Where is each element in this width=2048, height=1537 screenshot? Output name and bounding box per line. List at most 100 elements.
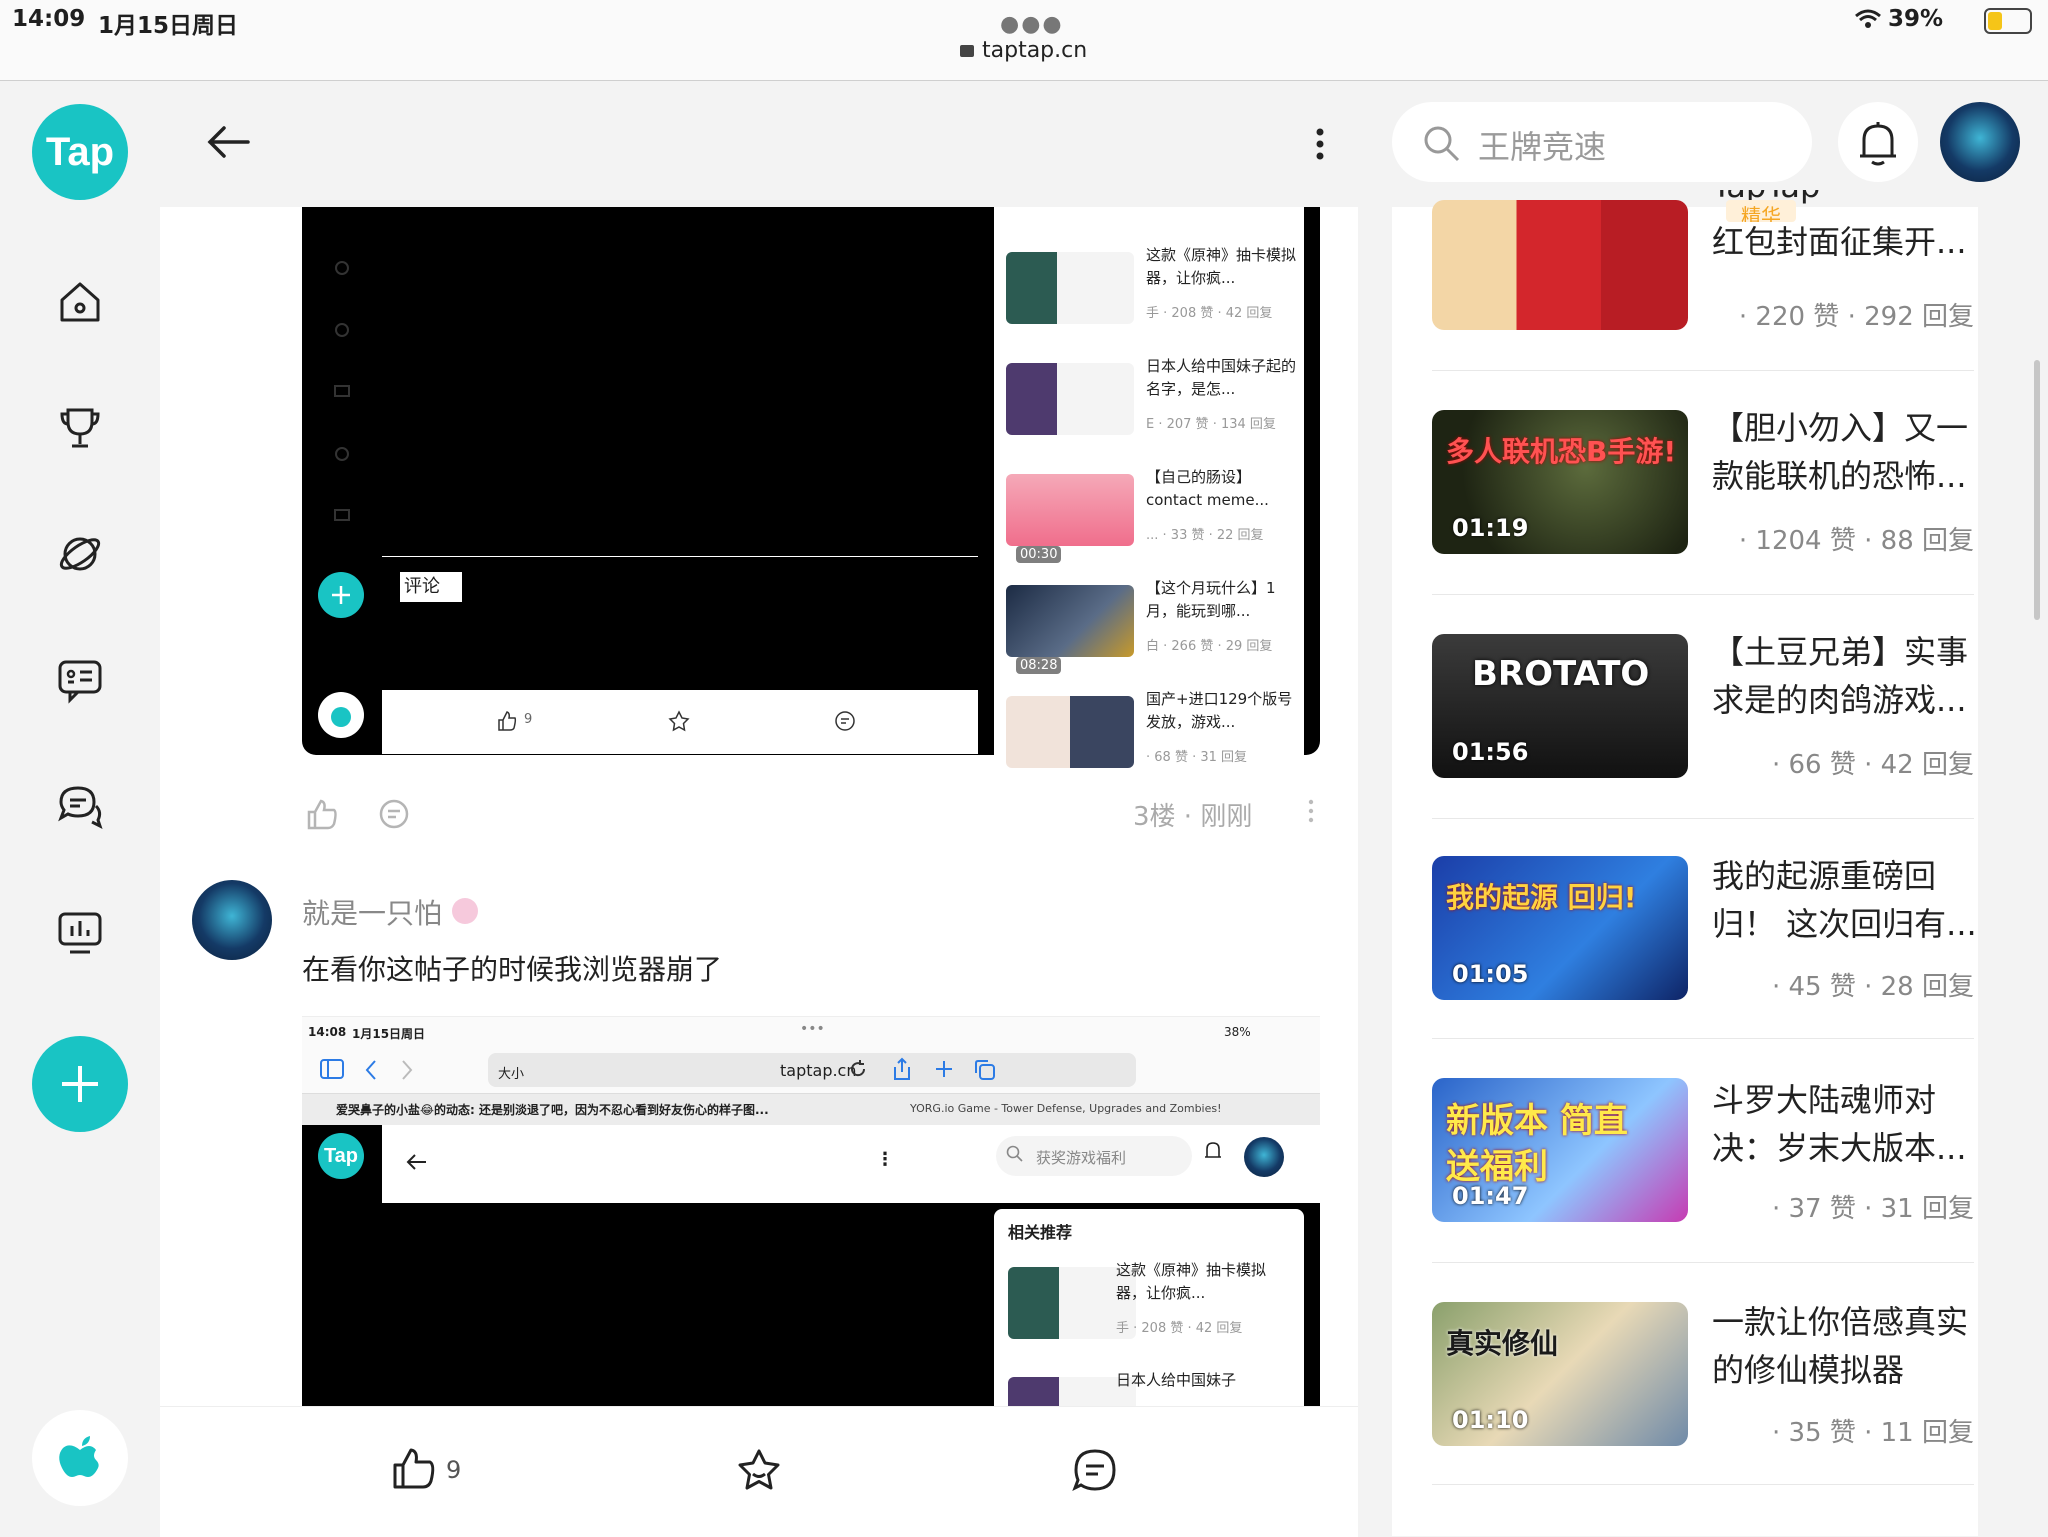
favorite-star-icon[interactable] [736,1448,782,1492]
video-duration: 00:30 [1016,546,1062,563]
divider [1432,818,1974,819]
battery-icon [1984,8,2032,34]
comment-input[interactable]: 评论 [400,572,462,602]
thumbnail-caption: 真实修仙 [1446,1327,1559,1360]
divider [1432,1484,1974,1485]
mini-apple-button[interactable] [318,692,364,738]
mini-battery: 38% [1224,1025,1251,1039]
mini-text-size: 大小 [498,1067,525,1082]
thumbnail-caption: 新版本 简直送福利 [1446,1101,1628,1187]
video-title[interactable]: 一款让你倍感真实 的修仙模拟器 [1712,1298,1986,1394]
thumbnail-caption: 我的起源 回归! [1446,881,1637,914]
rec-title: 国产+进口129个版号发放，游戏... [1146,690,1293,731]
commenter-avatar[interactable] [192,880,272,960]
bell-icon [1860,122,1896,166]
reply-icon[interactable] [378,798,410,830]
rec-item[interactable]: 这款《原神》抽卡模拟器，让你疯... 手 · 208 赞 · 42 回复 [1002,232,1296,332]
rec-meta: · 68 赞 · 31 回复 [1146,750,1248,765]
plus-icon [62,1066,98,1102]
divider [1432,594,1974,595]
mini-avatar [1244,1137,1284,1177]
video-title[interactable]: 我的起源重磅回 归！ 这次回归有... [1712,852,1986,948]
search-icon [1424,126,1460,162]
video-duration: 01:05 [1452,960,1529,988]
back-arrow-icon[interactable] [206,124,250,160]
rec-item[interactable]: 08:28 【这个月玩什么】1月，能玩到哪... 白 · 266 赞 · 29 … [1002,565,1292,674]
divider [1432,1038,1974,1039]
mini-search-text: 获奖游戏福利 [1036,1149,1127,1167]
address-url[interactable]: taptap.cn [960,38,1087,63]
featured-tag: 精华 [1726,200,1796,222]
rec-thumbnail: 00:30 [1006,474,1134,563]
video-thumbnail[interactable]: BROTATO 01:56 [1432,634,1688,778]
video-title[interactable]: 【胆小勿入】又一 款能联机的恐怖... [1712,404,1986,500]
mini-tab: YORG.io Game - Tower Defense, Upgrades a… [910,1102,1222,1115]
scrollbar[interactable] [2034,360,2040,620]
video-duration: 01:10 [1452,1406,1529,1434]
like-icon[interactable] [496,710,518,732]
like-icon[interactable] [392,1446,438,1490]
commenter-name[interactable]: 就是一只怕 [302,892,442,932]
video-thumbnail[interactable]: 多人联机恐B手游! 01:19 [1432,410,1688,554]
video-title[interactable]: 斗罗大陆魂师对 决：岁末大版本... [1712,1076,1986,1172]
rec-thumbnail [1006,363,1134,435]
mini-rec-heading: 相关推荐 [1008,1223,1073,1242]
battery-percent: 39% [1888,6,1944,32]
create-post-button[interactable] [32,1036,128,1132]
video-thumbnail[interactable]: 我的起源 回归! 01:05 [1432,856,1688,1000]
mini-date: 1月15日周日 [352,1027,426,1041]
video-thumbnail[interactable]: 新版本 简直送福利 01:47 [1432,1078,1688,1222]
taptap-logo[interactable]: Tap [32,104,128,200]
mini-tab-active: 爱哭鼻子的小盐😂的动态: 还是别淡退了吧，因为不忍心看到好友伤心的样子图... [336,1103,769,1117]
user-badge-icon [452,898,478,924]
chart-icon[interactable] [56,908,104,956]
rec-title: 日本人给中国妹子起的名字，是怎... [1146,357,1297,398]
mini-sidebar-icons [334,261,350,521]
rec-item: 这款《原神》抽卡模拟器，让你疯... 手 · 208 赞 · 42 回复 [994,1247,1284,1347]
video-thumbnail[interactable]: 真实修仙 01:10 [1432,1302,1688,1446]
multitask-dots-icon[interactable]: ●●● [1000,12,1064,37]
user-avatar[interactable] [1940,102,2020,182]
notifications-button[interactable] [1838,102,1918,182]
video-duration: 08:28 [1016,657,1062,674]
comment-screenshot[interactable]: 14:08 1月15日周日 ••• 38% 大小 taptap.cn 爱哭鼻子的… [302,1016,1320,1407]
comment-icon[interactable] [834,710,856,732]
rec-title: 这款《原神》抽卡模拟器，让你疯... [1116,1261,1267,1302]
forum-icon[interactable] [56,782,104,830]
home-icon[interactable] [56,278,104,326]
lock-icon [960,45,974,57]
floor-info: 3楼 · 刚刚 [1133,802,1253,832]
video-meta: · 37 赞 · 31 回复 [1771,1194,1974,1224]
planet-icon[interactable] [56,530,104,578]
rec-item[interactable]: 00:30 【自己的肠设】contact meme... ... · 33 赞 … [1002,454,1292,563]
mini-more-icon: ⋮ [876,1149,894,1170]
like-icon[interactable] [306,798,340,830]
thumbnail-caption: BROTATO [1472,654,1650,694]
comment-text: 在看你这帖子的时候我浏览器崩了 [302,953,723,986]
apple-download-button[interactable] [32,1410,128,1506]
trophy-icon[interactable] [56,404,104,452]
rec-title: 日本人给中国妹子 [1116,1371,1237,1389]
rec-item[interactable]: 日本人给中国妹子起的名字，是怎... E · 207 赞 · 134 回复 [1002,343,1296,443]
comment-more-icon[interactable] [1306,796,1316,826]
video-meta: · 220 赞 · 292 回复 [1738,302,1974,332]
status-time: 14:09 [12,6,86,32]
mini-taptap-logo: Tap [318,1133,364,1179]
tabs-icon [975,1060,995,1080]
like-count: 9 [446,1456,462,1484]
comment-icon[interactable] [1072,1448,1118,1492]
rec-item[interactable]: 国产+进口129个版号发放，游戏... · 68 赞 · 31 回复 [1002,676,1292,776]
rec-thumbnail: 08:28 [1006,585,1134,674]
thumbnail-caption: 多人联机恐B手游! [1446,435,1677,468]
plus-icon [332,586,350,604]
url-text: taptap.cn [982,38,1088,63]
chat-card-icon[interactable] [56,656,104,704]
status-date: 1月15日周日 [98,13,239,39]
mini-bell-icon [1205,1142,1221,1158]
star-icon[interactable] [668,710,690,732]
video-title[interactable]: 【土豆兄弟】实事 求是的肉鸽游戏... [1712,628,1986,724]
more-options-icon[interactable] [1310,124,1330,164]
video-thumbnail[interactable] [1432,200,1688,330]
video-meta: · 45 赞 · 28 回复 [1771,972,1974,1002]
mini-create-button[interactable] [318,572,364,618]
